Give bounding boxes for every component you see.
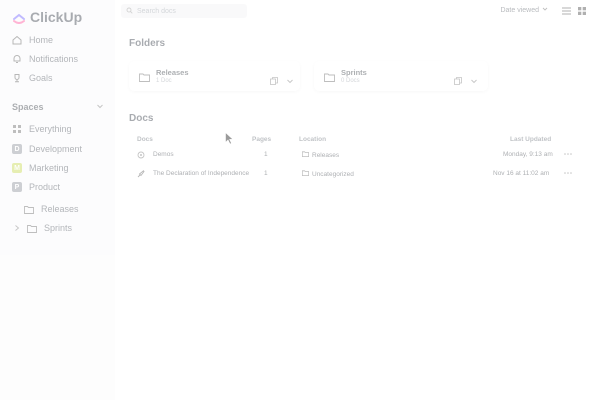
folder-card-sprints[interactable]: Sprints 0 Docs [314, 61, 488, 91]
bell-icon [12, 54, 22, 64]
sidebar: ClickUp Home Notifications Goals Spaces [0, 0, 115, 400]
mouse-cursor [225, 131, 234, 145]
copy-icon[interactable] [270, 72, 278, 90]
folder-icon [24, 204, 34, 214]
spaces-header[interactable]: Spaces [12, 102, 104, 112]
grid-icon [578, 2, 586, 20]
folder-doc-count: 1 Doc [156, 78, 172, 84]
copy-icon[interactable] [454, 72, 462, 90]
sidebar-item-home[interactable]: Home [12, 35, 53, 45]
sidebar-folder-sprints[interactable]: Sprints [14, 223, 72, 233]
folder-name: Releases [156, 68, 189, 77]
folder-icon [139, 71, 150, 82]
sidebar-item-label: Sprints [44, 223, 73, 233]
column-header-location[interactable]: Location [299, 136, 326, 143]
sidebar-item-label: Notifications [29, 54, 79, 64]
space-badge: D [12, 144, 22, 154]
sort-dropdown[interactable]: Date viewed [500, 6, 548, 14]
list-view-button[interactable] [560, 5, 572, 17]
sidebar-item-label: Releases [41, 204, 79, 214]
sort-label: Date viewed [500, 6, 539, 14]
list-icon [561, 2, 571, 20]
space-badge: M [12, 163, 22, 173]
doc-pages: 1 [264, 151, 268, 158]
folder-card-releases[interactable]: Releases 1 Doc [129, 61, 300, 91]
docs-title: Docs [129, 113, 154, 124]
more-options-icon[interactable] [470, 72, 478, 90]
folder-icon [301, 151, 310, 159]
doc-location-label: Uncategorized [312, 170, 354, 178]
clickup-logo-icon [13, 13, 25, 24]
search-icon [126, 7, 133, 16]
trophy-icon [12, 73, 22, 83]
sidebar-item-label: Home [29, 35, 54, 45]
search-placeholder: Search docs [137, 7, 176, 15]
app-name: ClickUp [30, 9, 83, 25]
app-window: ClickUp Home Notifications Goals Spaces [0, 0, 600, 400]
doc-last-updated: Nov 16 at 11:02 am [493, 170, 550, 177]
sidebar-item-development[interactable]: D Development [12, 144, 82, 154]
sidebar-item-goals[interactable]: Goals [12, 73, 53, 83]
grid-view-button[interactable] [576, 5, 588, 17]
spaces-title: Spaces [12, 102, 44, 112]
doc-location-label: Releases [312, 151, 340, 159]
chevron-down-icon[interactable] [96, 102, 104, 112]
folder-icon [301, 170, 310, 178]
doc-location[interactable]: Uncategorized [301, 170, 354, 178]
sidebar-item-label: Development [29, 144, 83, 154]
sidebar-item-product[interactable]: P Product [12, 182, 60, 192]
column-header-last-updated[interactable]: Last Updated [510, 136, 551, 143]
doc-icon [137, 151, 145, 161]
chevron-down-icon [542, 6, 548, 14]
table-row[interactable]: The Declaration of Independence 1 Uncate… [129, 166, 580, 184]
more-options-icon[interactable] [286, 72, 294, 90]
folder-icon [27, 223, 37, 233]
sidebar-item-label: Product [29, 182, 61, 192]
search-input[interactable]: Search docs [121, 4, 247, 18]
folder-doc-count: 0 Docs [341, 78, 360, 84]
doc-name[interactable]: The Declaration of Independence [153, 170, 249, 177]
table-row[interactable]: Demos 1 Releases Monday, 9:13 am [129, 147, 580, 165]
sidebar-item-everything[interactable]: Everything [12, 124, 72, 134]
sidebar-item-notifications[interactable]: Notifications [12, 54, 78, 64]
more-icon[interactable] [564, 170, 572, 178]
doc-name[interactable]: Demos [153, 151, 174, 158]
sidebar-item-label: Goals [29, 73, 53, 83]
doc-location[interactable]: Releases [301, 151, 340, 159]
space-badge: P [12, 182, 22, 192]
doc-pages: 1 [264, 170, 268, 177]
folder-icon [324, 71, 335, 82]
sidebar-item-marketing[interactable]: M Marketing [12, 163, 69, 173]
sidebar-folder-releases[interactable]: Releases [24, 204, 79, 214]
folder-name: Sprints [341, 68, 367, 77]
folders-title: Folders [129, 38, 166, 49]
sidebar-item-label: Everything [29, 124, 72, 134]
app-logo[interactable]: ClickUp [12, 9, 82, 25]
rocket-icon [137, 170, 145, 180]
chevron-right-icon[interactable] [14, 223, 20, 233]
home-icon [12, 35, 22, 45]
doc-last-updated: Monday, 9:13 am [503, 151, 553, 158]
more-icon[interactable] [564, 151, 572, 159]
grid-icon [12, 124, 22, 134]
top-bar: Search docs Date viewed [115, 0, 600, 22]
column-header-docs[interactable]: Docs [137, 136, 153, 143]
sidebar-item-label: Marketing [29, 163, 69, 173]
column-header-pages[interactable]: Pages [252, 136, 271, 143]
